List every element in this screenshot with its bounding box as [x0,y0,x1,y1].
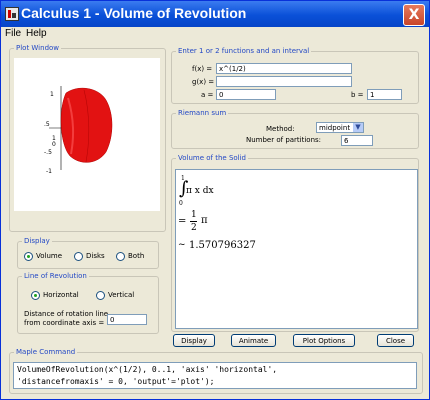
g-input[interactable] [216,76,352,87]
horizontal-radio[interactable] [31,291,40,300]
solid-plot: 1 .5 1 0 -.5 -1 [44,86,113,175]
pi-symbol: π [201,215,208,226]
display-volume-label: Volume [36,252,63,260]
fraction-numerator: 1 [191,210,197,220]
b-label: b = [351,91,364,99]
menu-file[interactable]: File [5,28,21,39]
vertical-radio[interactable] [96,291,105,300]
window-close-button[interactable]: X [403,4,425,26]
main-window: Calculus 1 - Volume of Revolution X File… [0,0,430,400]
plot-window-legend: Plot Window [16,44,60,52]
display-button[interactable]: Display [173,334,215,347]
method-label: Method: [266,125,295,133]
axis-tick-label: .5 [44,121,50,128]
chevron-down-icon: ▼ [353,123,363,132]
partitions-label: Number of partitions: [246,136,322,144]
distance-label-line2: from coordinate axis = [24,319,105,327]
menu-bar: File Help [1,27,429,41]
f-input[interactable]: x^(1/2) [216,63,352,74]
title-bar: Calculus 1 - Volume of Revolution X [1,1,429,27]
display-legend: Display [24,237,50,245]
volume-result-area: 1 ∫ π x dx 0 = 1 2 π ~ 1.570796327 [175,169,418,329]
display-disks-radio[interactable] [74,252,83,261]
window-title: Calculus 1 - Volume of Revolution [21,5,247,21]
f-label: f(x) = [192,65,213,73]
g-label: g(x) = [192,78,215,86]
horizontal-label: Horizontal [43,291,79,299]
plot-options-button[interactable]: Plot Options [293,334,355,347]
equals-sign: = [178,216,187,227]
axis-tick-label: -1 [46,168,52,175]
distance-input[interactable]: 0 [107,314,147,325]
partitions-input[interactable]: 6 [341,135,373,146]
fraction-denominator: 2 [191,223,197,233]
fraction-bar [190,221,197,222]
maple-command-legend: Maple Command [16,348,76,356]
volume-legend: Volume of the Solid [178,154,247,162]
maple-app-icon [5,7,19,21]
display-disks-label: Disks [86,252,105,260]
method-select[interactable]: midpoint ▼ [316,122,364,133]
command-line-2: 'distancefromaxis' = 0, 'output'='plot')… [17,377,215,386]
maple-command-text[interactable]: VolumeOfRevolution(x^(1/2), 0..1, 'axis'… [13,362,417,389]
vertical-label: Vertical [108,291,135,299]
decimal-volume: 1.570796327 [189,240,256,251]
command-line-1: VolumeOfRevolution(x^(1/2), 0..1, 'axis'… [17,365,278,374]
plot-canvas[interactable]: 1 .5 1 0 -.5 -1 [14,58,160,211]
display-both-label: Both [128,252,145,260]
axis-tick-label: -.5 [44,149,52,156]
riemann-legend: Riemann sum [178,109,227,117]
method-value: midpoint [319,124,351,132]
b-input[interactable]: 1 [367,89,402,100]
a-label: a = [201,91,214,99]
distance-label-line1: Distance of rotation line [24,310,109,318]
axis-tick-label: 1 [50,91,54,98]
menu-help[interactable]: Help [26,28,47,39]
display-both-radio[interactable] [116,252,125,261]
close-button[interactable]: Close [377,334,414,347]
integrand: π x dx [186,186,214,196]
display-volume-radio[interactable] [24,252,33,261]
a-input[interactable]: 0 [216,89,276,100]
functions-legend: Enter 1 or 2 functions and an interval [178,47,310,55]
approx-sign: ~ [178,240,186,250]
animate-button[interactable]: Animate [231,334,276,347]
integral-lower-limit: 0 [179,200,183,207]
line-of-revolution-legend: Line of Revolution [24,272,87,280]
axis-tick-label: 0 [52,141,56,148]
